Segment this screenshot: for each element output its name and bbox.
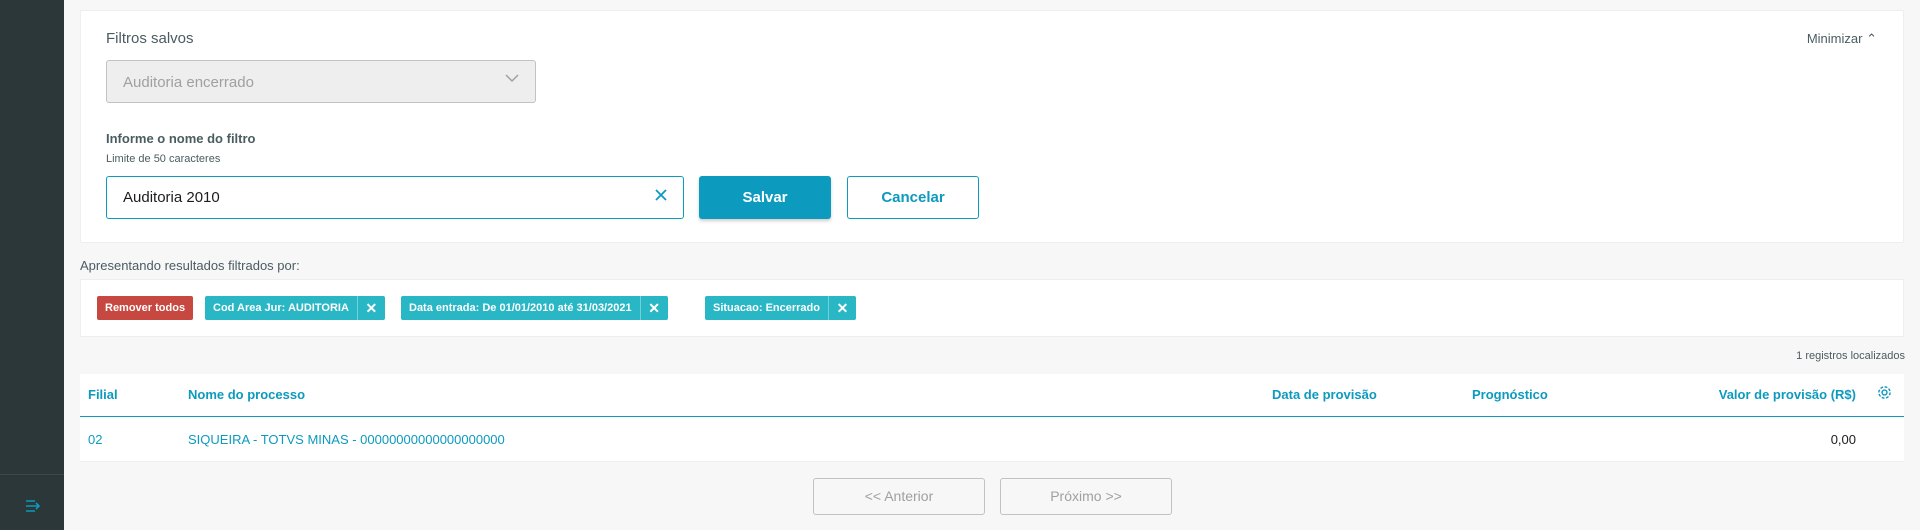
close-icon[interactable]: ✕ (639, 296, 668, 320)
filter-chip: Cod Area Jur: AUDITORIA ✕ (205, 296, 385, 320)
column-header-filial[interactable]: Filial (88, 387, 118, 402)
cell-valor: 0,00 (1830, 432, 1856, 447)
filter-chip-label: Cod Area Jur: AUDITORIA (213, 302, 349, 314)
menu-collapse-icon[interactable] (25, 498, 43, 514)
table-row[interactable]: 02 SIQUEIRA - TOTVS MINAS - 000000000000… (80, 418, 1904, 462)
cell-nome[interactable]: SIQUEIRA - TOTVS MINAS - 000000000000000… (188, 432, 505, 447)
column-header-nome[interactable]: Nome do processo (188, 387, 305, 402)
filter-chip: Data entrada: De 01/01/2010 até 31/03/20… (401, 296, 668, 320)
filter-chip: Situacao: Encerrado ✕ (705, 296, 856, 320)
sidebar (0, 0, 64, 530)
results-filter-label: Apresentando resultados filtrados por: (80, 258, 300, 273)
chevron-up-icon: ⌃ (1866, 31, 1877, 46)
table-header: Filial Nome do processo Data de provisão… (80, 374, 1904, 417)
filter-name-input[interactable]: Auditoria 2010 (106, 176, 684, 219)
previous-page-button[interactable]: << Anterior (813, 478, 985, 515)
column-header-data[interactable]: Data de provisão (1272, 387, 1377, 402)
close-icon[interactable]: ✕ (827, 296, 856, 320)
save-button[interactable]: Salvar (699, 176, 831, 219)
column-header-prognostico[interactable]: Prognóstico (1472, 387, 1548, 402)
records-count: 1 registros localizados (1796, 350, 1905, 362)
panel-title: Filtros salvos (106, 30, 194, 47)
filter-name-help: Limite de 50 caracteres (106, 153, 221, 165)
minimize-label: Minimizar (1806, 31, 1863, 46)
next-page-button[interactable]: Próximo >> (1000, 478, 1172, 515)
filter-name-value: Auditoria 2010 (123, 189, 220, 206)
filter-name-label: Informe o nome do filtro (106, 131, 256, 146)
minimize-button[interactable]: Minimizar ⌃ (1807, 31, 1877, 47)
clear-icon[interactable] (653, 187, 669, 208)
saved-filter-value: Auditoria encerrado (123, 74, 254, 91)
active-filters-bar: Remover todos Cod Area Jur: AUDITORIA ✕ … (80, 279, 1904, 337)
chevron-down-icon (505, 71, 519, 90)
cancel-button[interactable]: Cancelar (847, 176, 979, 219)
saved-filter-select[interactable]: Auditoria encerrado (106, 60, 536, 103)
close-icon[interactable]: ✕ (356, 296, 385, 320)
saved-filters-panel: Filtros salvos Minimizar ⌃ Auditoria enc… (80, 10, 1904, 243)
remove-all-button[interactable]: Remover todos (97, 296, 194, 320)
column-header-valor[interactable]: Valor de provisão (R$) (1719, 387, 1856, 402)
filter-chip-label: Situacao: Encerrado (713, 302, 820, 314)
cell-filial[interactable]: 02 (88, 432, 102, 447)
results-table: Filial Nome do processo Data de provisão… (80, 374, 1904, 462)
filter-chip-label: Data entrada: De 01/01/2010 até 31/03/20… (409, 302, 632, 314)
gear-icon[interactable] (1877, 385, 1892, 404)
sidebar-divider (0, 474, 64, 475)
